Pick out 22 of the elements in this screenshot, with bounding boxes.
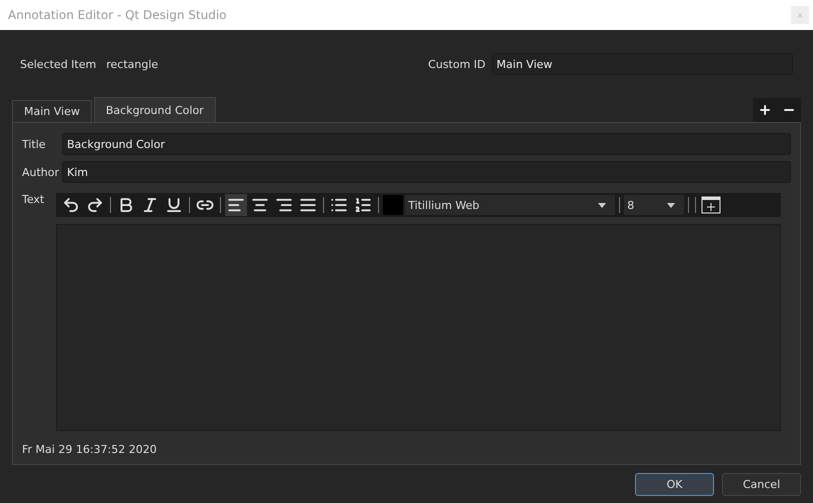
field-label: Author <box>22 166 58 178</box>
selected-item-value: rectangle <box>106 58 158 70</box>
field-label: Text <box>22 193 44 208</box>
field-label: Custom ID <box>428 58 486 70</box>
field-label: Title <box>22 138 47 150</box>
dropdown-caret-icon[interactable] <box>667 202 676 208</box>
timestamp: Fr Mai 29 16:37:52 2020 <box>22 443 158 456</box>
text-color-swatch[interactable] <box>383 195 404 215</box>
ok-button[interactable]: OK <box>635 473 714 496</box>
font-size-combo[interactable]: 8 <box>624 195 684 215</box>
font-combo[interactable]: Titillium Web <box>405 195 616 215</box>
dropdown-caret-icon[interactable] <box>598 202 606 208</box>
cancel-button[interactable]: Cancel <box>722 473 801 496</box>
tab[interactable]: Background Color <box>94 97 216 122</box>
align-left-icon[interactable] <box>225 194 248 216</box>
title-field[interactable]: Background Color <box>62 133 791 155</box>
window-title: Annotation Editor - Qt Design Studio <box>8 8 227 22</box>
insert-table-icon[interactable] <box>700 194 722 216</box>
tab[interactable]: Main View <box>12 100 92 122</box>
custom-id-field[interactable]: Main View <box>492 53 793 75</box>
field-label: Selected Item <box>20 58 96 70</box>
author-field[interactable]: Kim <box>62 161 791 183</box>
